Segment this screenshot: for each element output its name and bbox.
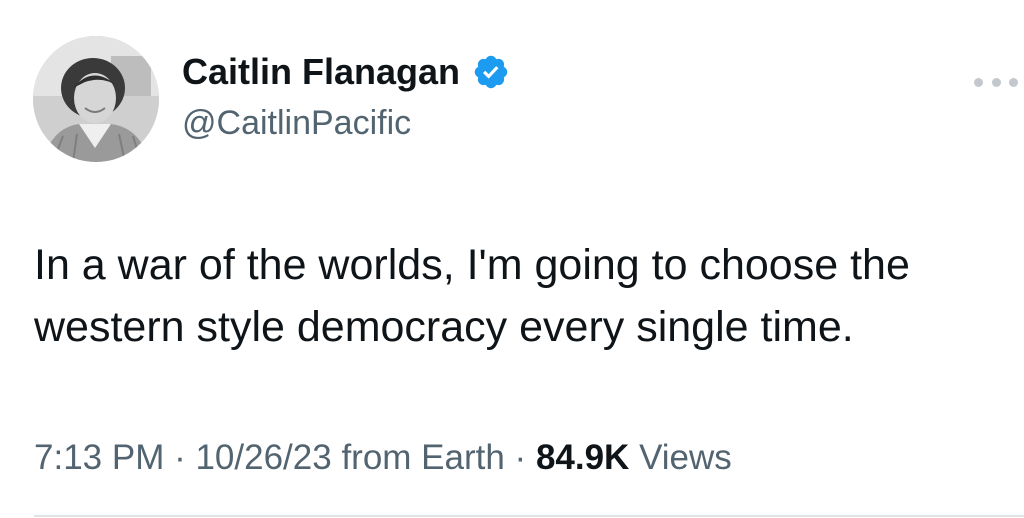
tweet-text-line: In a war of the worlds, I'm going to cho… <box>34 241 910 289</box>
meta-separator: · <box>164 438 196 477</box>
meta-separator: · <box>504 438 536 477</box>
author-avatar[interactable] <box>33 36 159 162</box>
more-dot <box>991 77 1001 87</box>
tweet-card: Caitlin Flanagan @CaitlinPacific In a wa… <box>0 0 1024 518</box>
tweet-meta: 7:13 PM · 10/26/23 from Earth · 84.9K Vi… <box>34 436 732 480</box>
profile-photo-icon <box>33 36 159 162</box>
verified-badge-icon <box>474 55 508 89</box>
more-dot <box>974 77 983 87</box>
tweet-time[interactable]: 7:13 PM <box>34 438 164 477</box>
tweet-text: In a war of the worlds, I'm going to cho… <box>34 234 1019 358</box>
author-name-row: Caitlin Flanagan <box>182 52 510 92</box>
more-dot <box>1009 77 1018 87</box>
views-label: Views <box>629 438 732 477</box>
more-options-icon[interactable] <box>974 72 1018 92</box>
author-handle[interactable]: @CaitlinPacific <box>182 103 411 143</box>
tweet-source: from Earth <box>331 438 505 477</box>
views-count[interactable]: 84.9K <box>536 438 629 477</box>
author-display-name[interactable]: Caitlin Flanagan <box>182 52 460 92</box>
divider <box>34 515 1024 517</box>
tweet-date[interactable]: 10/26/23 <box>195 438 331 477</box>
tweet-text-line: western style democracy every single tim… <box>34 303 854 351</box>
